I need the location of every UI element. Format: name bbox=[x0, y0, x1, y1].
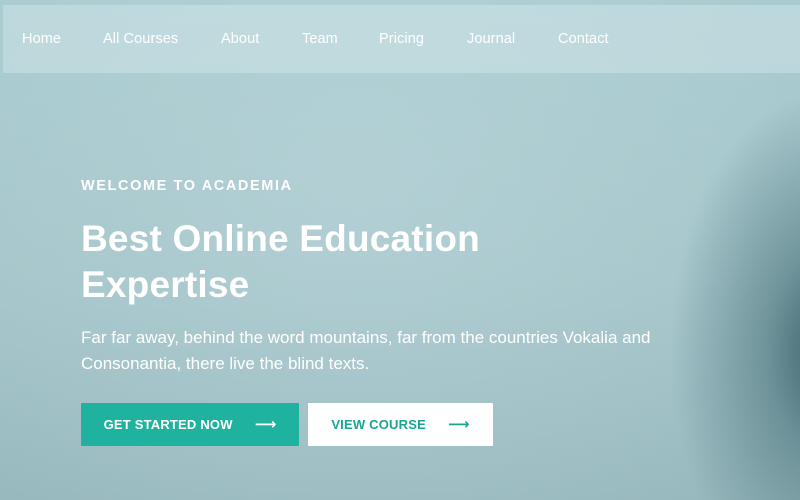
hero-description-line-2: Consonantia, there live the blind texts. bbox=[81, 354, 370, 373]
hero-title: Best Online Education Expertise bbox=[81, 216, 641, 308]
hero-description: Far far away, behind the word mountains,… bbox=[81, 325, 721, 377]
hero-title-line-2: Expertise bbox=[81, 264, 250, 305]
view-course-button-label: VIEW COURSE bbox=[331, 417, 426, 432]
nav-item-team[interactable]: Team bbox=[302, 5, 338, 73]
hero-eyebrow: WELCOME TO ACADEMIA bbox=[81, 178, 293, 194]
nav-item-home[interactable]: Home bbox=[22, 5, 61, 73]
top-navbar: Home All Courses About Team Pricing Jour… bbox=[3, 5, 800, 73]
view-course-button[interactable]: VIEW COURSE ⟶ bbox=[308, 403, 493, 446]
nav-item-pricing[interactable]: Pricing bbox=[379, 5, 424, 73]
nav-item-about[interactable]: About bbox=[221, 5, 259, 73]
nav-item-all-courses[interactable]: All Courses bbox=[103, 5, 178, 73]
nav-item-journal[interactable]: Journal bbox=[467, 5, 515, 73]
hero-title-line-1: Best Online Education bbox=[81, 218, 480, 259]
arrow-right-icon: ⟶ bbox=[254, 415, 277, 433]
get-started-button[interactable]: GET STARTED NOW ⟶ bbox=[81, 403, 299, 446]
nav-item-contact[interactable]: Contact bbox=[558, 5, 609, 73]
get-started-button-label: GET STARTED NOW bbox=[103, 417, 233, 432]
hero-description-line-1: Far far away, behind the word mountains,… bbox=[81, 328, 651, 347]
arrow-right-icon: ⟶ bbox=[447, 415, 470, 433]
